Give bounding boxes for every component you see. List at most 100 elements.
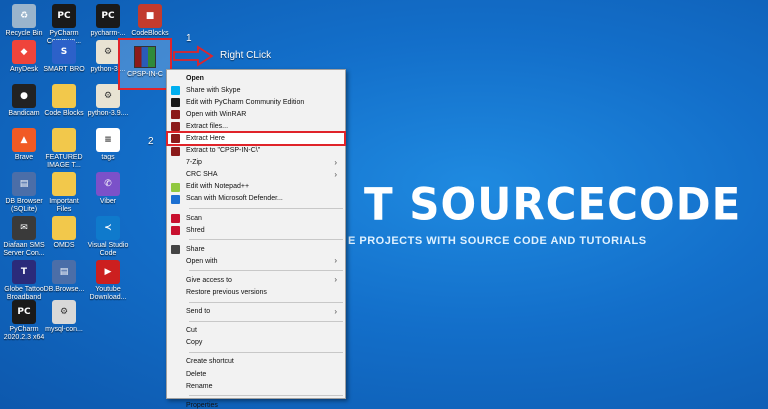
menu-item-open[interactable]: Open (167, 72, 345, 84)
menu-item-label: Send to (186, 308, 211, 316)
pycharm-icon: PC (12, 300, 36, 324)
watermark-title: T SOURCECODE (364, 178, 742, 231)
desktop-icon-label: DB.Browse... (43, 286, 85, 293)
menu-item-restore-previous-versions[interactable]: Restore previous versions (167, 287, 345, 299)
desktop-icon[interactable]: T Globe Tattoo Broadband (2, 260, 46, 302)
chevron-right-icon: › (334, 169, 337, 179)
selected-archive-file[interactable]: CPSP-IN-C (118, 38, 172, 90)
desktop-icon[interactable]: ● Bandicam (2, 84, 46, 118)
desktop-icon[interactable]: PC pycharm-... (86, 4, 130, 38)
defender-icon (171, 194, 180, 204)
desktop-icon[interactable]: ■ CodeBlocks (128, 4, 172, 38)
folder-icon (52, 84, 76, 108)
desktop-icon[interactable]: ♻ Recycle Bin (2, 4, 46, 38)
menu-item-scan-with-microsoft-defender[interactable]: Scan with Microsoft Defender... (167, 193, 345, 205)
menu-item-open-with-winrar[interactable]: Open with WinRAR (167, 108, 345, 120)
winrar-icon (171, 122, 180, 132)
menu-item-open-with[interactable]: Open with › (167, 255, 345, 267)
db-browser-icon: ▤ (52, 260, 76, 284)
menu-item-extract-here[interactable]: Extract Here (166, 131, 346, 146)
menu-item-7-zip[interactable]: 7-Zip › (167, 157, 345, 169)
desktop-icon[interactable]: ▲ Brave (2, 128, 46, 162)
watermark-subtitle: E PROJECTS WITH SOURCE CODE AND TUTORIAL… (348, 235, 647, 247)
menu-separator (189, 395, 343, 397)
menu-item-label: Share (186, 245, 205, 253)
menu-item-cut[interactable]: Cut (167, 325, 345, 337)
menu-item-label: Scan (186, 214, 202, 222)
menu-item-share-with-skype[interactable]: Share with Skype (167, 84, 345, 96)
bandicam-icon: ● (12, 84, 36, 108)
desktop-icon[interactable]: ▶ Youtube Download... (86, 260, 130, 302)
folder-icon (52, 128, 76, 152)
menu-item-label: Give access to (186, 276, 232, 284)
youtube-downloader-icon: ▶ (96, 260, 120, 284)
menu-item-create-shortcut[interactable]: Create shortcut (167, 356, 345, 368)
menu-item-delete[interactable]: Delete (167, 368, 345, 380)
step-2-number: 2 (148, 136, 154, 147)
desktop-icon[interactable]: ≺ Visual Studio Code (86, 216, 130, 258)
pycharm-icon: PC (96, 4, 120, 28)
menu-item-scan[interactable]: Scan (167, 212, 345, 224)
desktop-icon-label: OMDS (53, 242, 75, 249)
menu-item-label: Edit with PyCharm Community Edition (186, 98, 305, 106)
annotation-arrow (173, 45, 214, 67)
menu-item-label: Create shortcut (186, 358, 234, 366)
desktop-icon[interactable]: ✆ Viber (86, 172, 130, 206)
desktop-icon[interactable]: PC PyCharm 2020.2.3 x64 (2, 300, 46, 342)
mcafee-icon (171, 214, 180, 224)
menu-item-label: Cut (186, 327, 197, 335)
menu-item-crc-sha[interactable]: CRC SHA › (167, 169, 345, 181)
menu-item-edit-with-notepad[interactable]: Edit with Notepad++ (167, 181, 345, 193)
menu-item-properties[interactable]: Properties (167, 399, 345, 409)
chevron-right-icon: › (334, 256, 337, 266)
menu-item-rename[interactable]: Rename (167, 380, 345, 392)
menu-item-label: Edit with Notepad++ (186, 183, 250, 191)
menu-item-shred[interactable]: Shred (167, 224, 345, 236)
desktop-icon[interactable]: ▤ DB.Browse... (42, 260, 86, 294)
menu-item-label: Open (186, 74, 204, 82)
desktop-icon-label: python-3.9.... (87, 110, 129, 117)
desktop-icon[interactable]: FEATURED IMAGE T... (42, 128, 86, 170)
menu-item-copy[interactable]: Copy (167, 337, 345, 349)
menu-item-extract-files[interactable]: Extract files... (167, 120, 345, 132)
menu-item-label: Properties (186, 401, 218, 409)
desktop-icon[interactable]: ⚙ mysql-con... (42, 300, 86, 334)
desktop-icon-label: CodeBlocks (131, 30, 169, 37)
menu-item-label: Restore previous versions (186, 289, 267, 297)
desktop-icon[interactable]: ◆ AnyDesk (2, 40, 46, 74)
desktop-icon[interactable]: S SMART BRO (42, 40, 86, 74)
desktop-icon[interactable]: Code Blocks (42, 84, 86, 118)
winrar-archive-icon (134, 46, 156, 68)
db-browser-icon: ▤ (12, 172, 36, 196)
menu-item-edit-with-pycharm-community-edition[interactable]: Edit with PyCharm Community Edition (167, 96, 345, 108)
desktop-icon[interactable]: ≡ tags (86, 128, 130, 162)
pycharm-icon: PC (52, 4, 76, 28)
python-installer-icon: ⚙ (96, 40, 120, 64)
python-installer-icon: ⚙ (96, 84, 120, 108)
menu-separator (189, 239, 343, 241)
desktop-icon[interactable]: ▤ DB Browser (SQLite) (2, 172, 46, 214)
recycle-bin-icon: ♻ (12, 4, 36, 28)
menu-item-share[interactable]: Share (167, 243, 345, 255)
desktop-icon[interactable]: OMDS (42, 216, 86, 250)
desktop-icon-label: PyCharm 2020.2.3 x64 (3, 326, 45, 341)
viber-icon: ✆ (96, 172, 120, 196)
desktop-icon-label: SMART BRO (43, 66, 85, 73)
winrar-icon (171, 134, 180, 144)
selected-file-label: CPSP-IN-C (127, 71, 163, 78)
desktop-icon[interactable]: ✉ Diafaan SMS Server Con... (2, 216, 46, 258)
menu-separator (189, 270, 343, 272)
menu-item-extract-to-cpsp-in-c[interactable]: Extract to "CPSP-IN-C\" (167, 145, 345, 157)
menu-item-label: Extract Here (186, 135, 225, 143)
desktop-icon-label: AnyDesk (9, 66, 38, 73)
menu-item-label: 7-Zip (186, 159, 202, 167)
desktop-icon-label: Brave (14, 154, 34, 161)
menu-item-send-to[interactable]: Send to › (167, 306, 345, 318)
desktop-icon-label: Diafaan SMS Server Con... (3, 242, 45, 257)
menu-separator (189, 320, 343, 322)
menu-item-give-access-to[interactable]: Give access to › (167, 274, 345, 286)
chevron-right-icon: › (334, 306, 337, 316)
desktop-icon[interactable]: Important Files (42, 172, 86, 214)
menu-item-label: Copy (186, 339, 203, 347)
share-icon (171, 245, 180, 255)
